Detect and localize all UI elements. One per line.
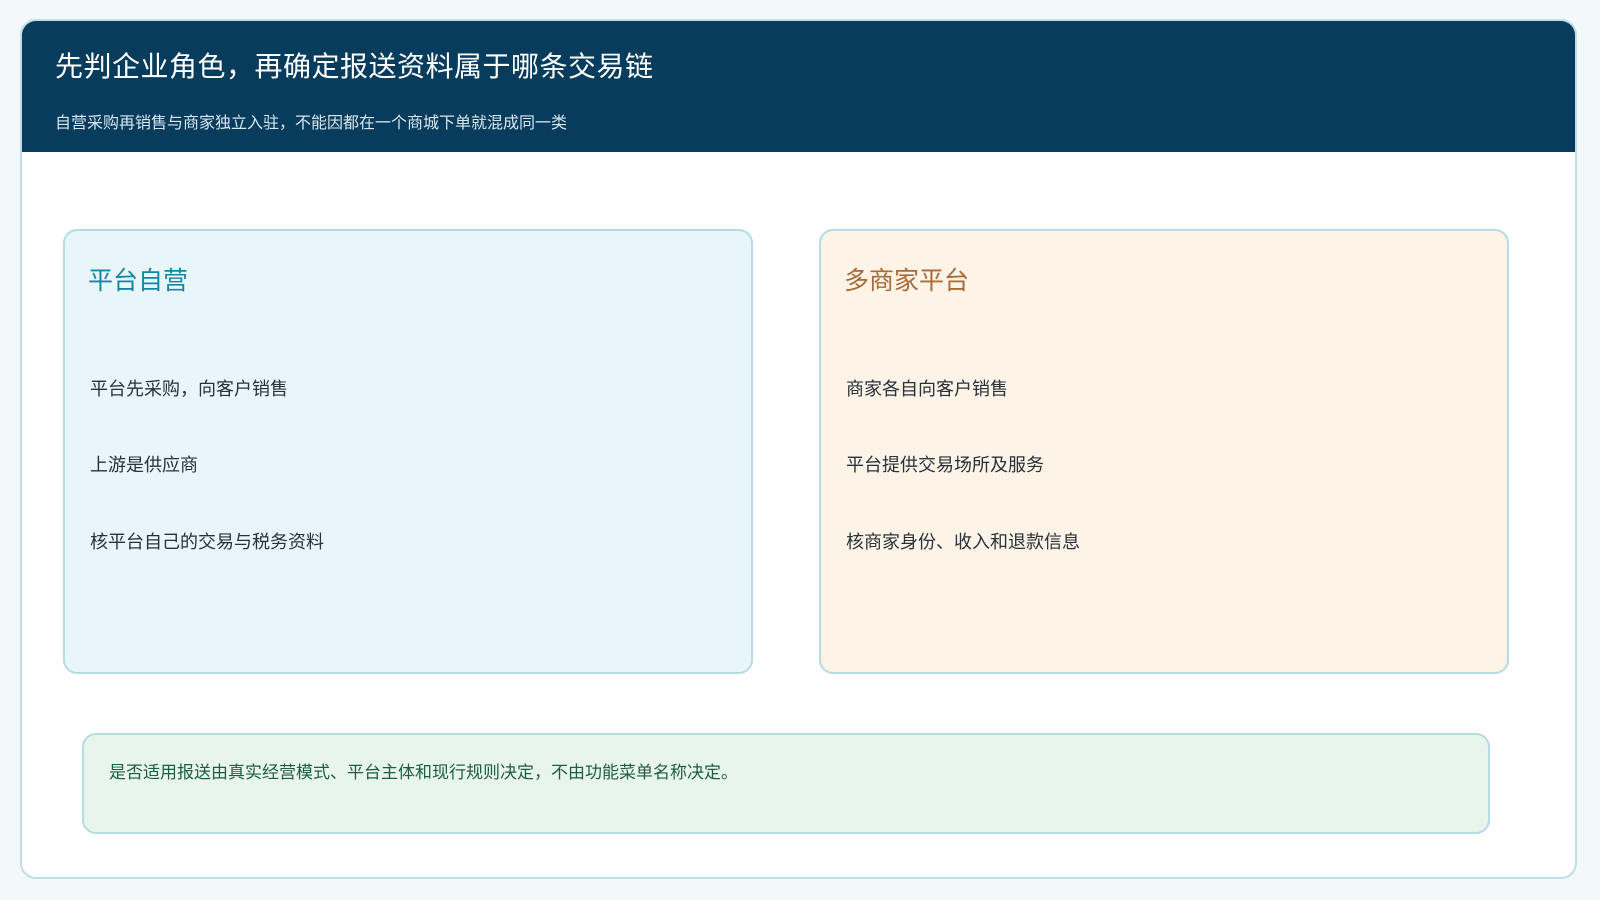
self-operated-card: 平台自营 平台先采购，向客户销售 上游是供应商 核平台自己的交易与税务资料	[63, 229, 753, 674]
marketplace-title: 多商家平台	[844, 266, 970, 295]
page-subtitle: 自营采购再销售与商家独立入驻，不能因都在一个商城下单就混成同一类	[55, 113, 568, 132]
self-operated-item: 上游是供应商	[90, 455, 198, 476]
marketplace-item: 商家各自向客户销售	[846, 379, 1008, 400]
self-operated-title: 平台自营	[88, 266, 189, 295]
note-box: 是否适用报送由真实经营模式、平台主体和现行规则决定，不由功能菜单名称决定。	[82, 733, 1490, 834]
marketplace-item: 核商家身份、收入和退款信息	[846, 532, 1080, 553]
marketplace-card: 多商家平台 商家各自向客户销售 平台提供交易场所及服务 核商家身份、收入和退款信…	[819, 229, 1509, 674]
self-operated-item: 核平台自己的交易与税务资料	[90, 532, 324, 553]
diagram-frame: 先判企业角色，再确定报送资料属于哪条交易链 自营采购再销售与商家独立入驻，不能因…	[20, 19, 1577, 879]
header-banner: 先判企业角色，再确定报送资料属于哪条交易链 自营采购再销售与商家独立入驻，不能因…	[22, 21, 1575, 152]
self-operated-item: 平台先采购，向客户销售	[90, 379, 288, 400]
marketplace-item: 平台提供交易场所及服务	[846, 455, 1044, 476]
note-text: 是否适用报送由真实经营模式、平台主体和现行规则决定，不由功能菜单名称决定。	[109, 763, 738, 783]
page-title: 先判企业角色，再确定报送资料属于哪条交易链	[55, 50, 654, 83]
